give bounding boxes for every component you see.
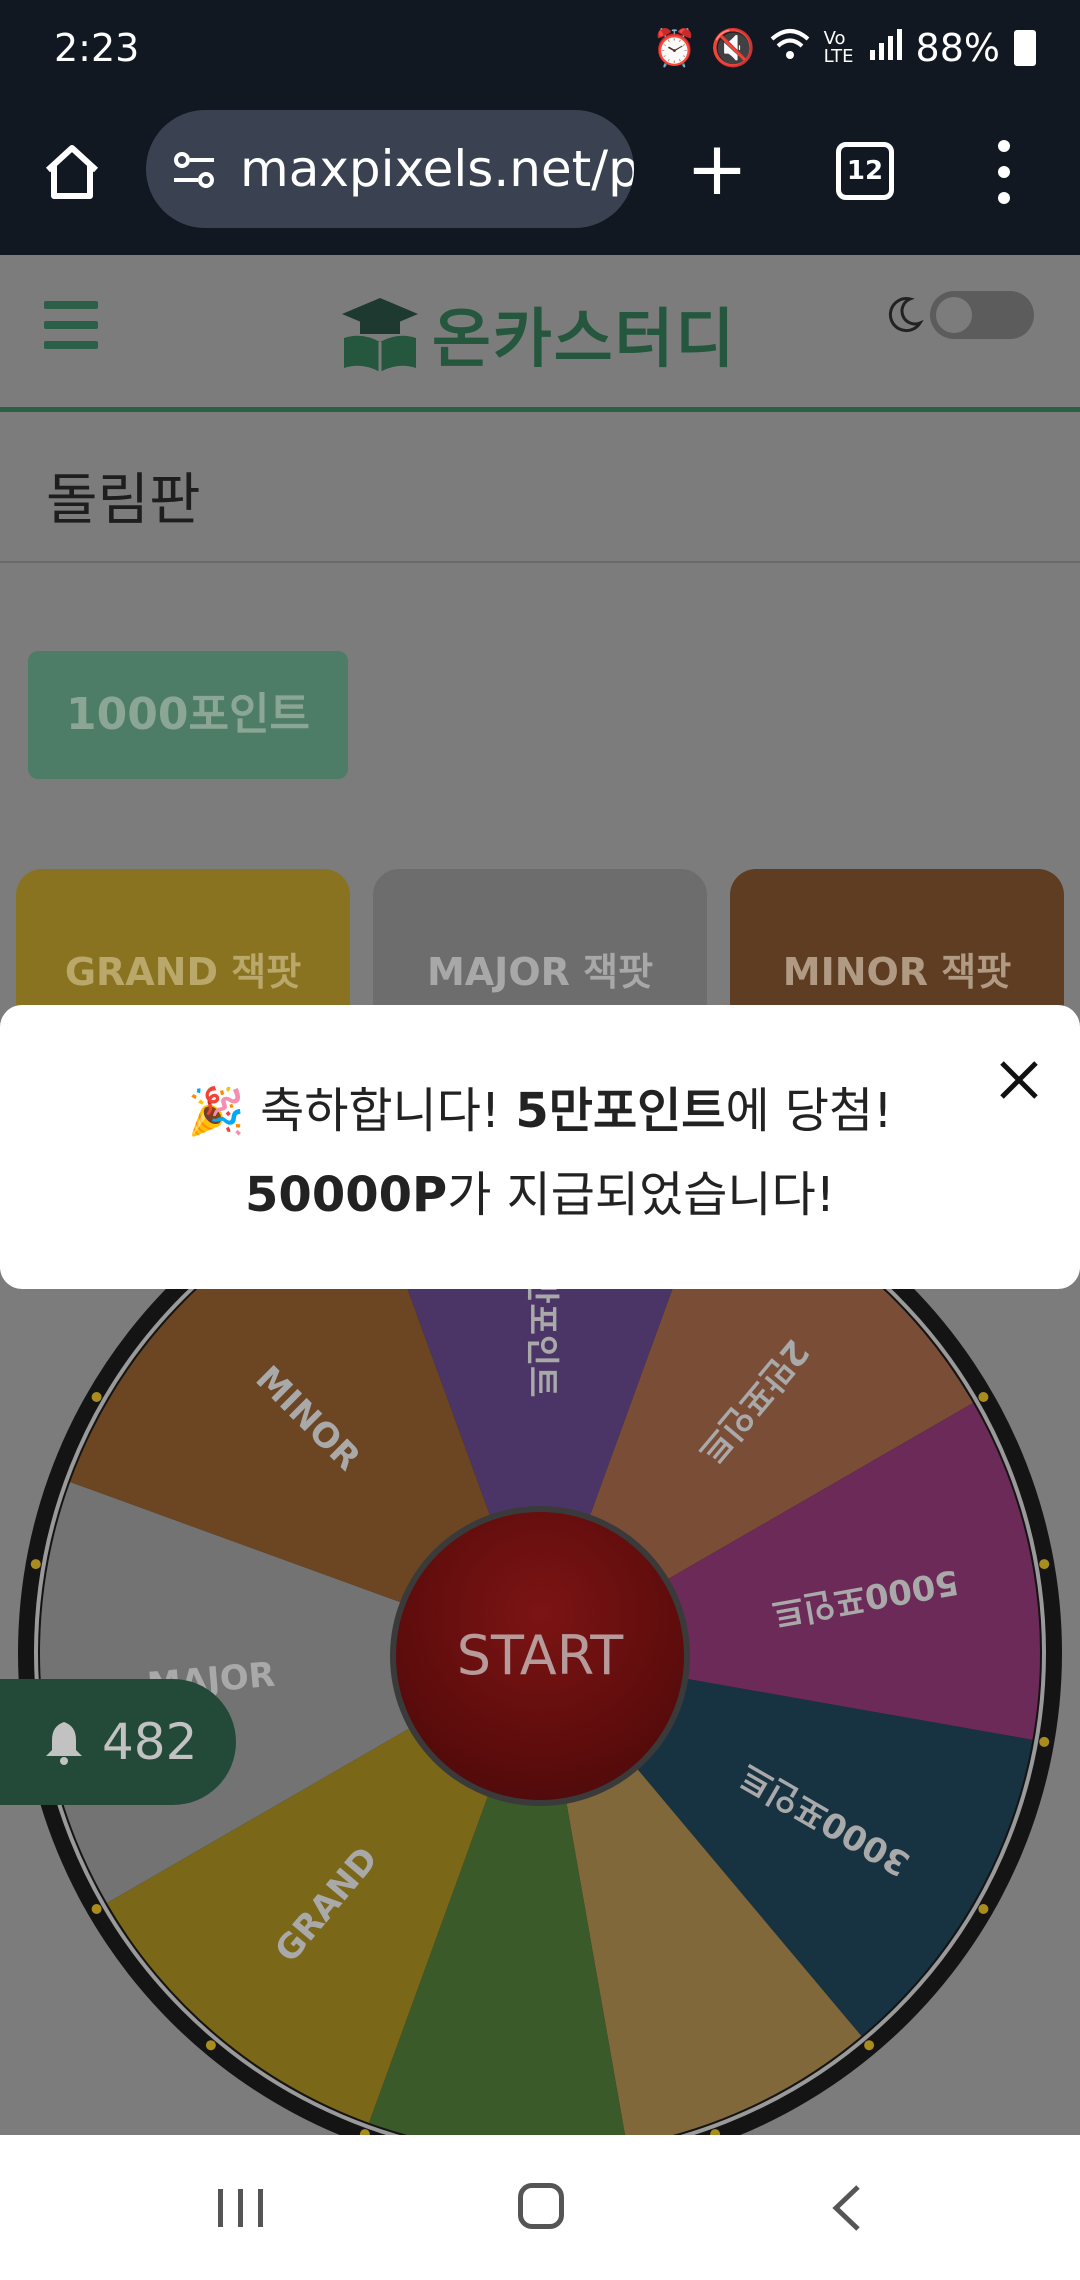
status-time: 2:23 xyxy=(54,26,140,70)
wheel-rim-dot xyxy=(978,1392,989,1402)
battery-icon xyxy=(1014,30,1036,66)
site-settings-icon[interactable] xyxy=(170,146,218,194)
popup-suffix: 에 당첨! xyxy=(725,1083,893,1139)
status-bar: 2:23 ⏰ 🔇 Vo LTE 88% xyxy=(0,0,1080,100)
divider xyxy=(0,561,1080,563)
home-icon[interactable] xyxy=(40,140,104,204)
status-icons: ⏰ 🔇 Vo LTE 88% xyxy=(652,26,1036,70)
wheel-rim-dot xyxy=(205,2040,216,2051)
tab-switcher-button[interactable]: 12 xyxy=(836,142,894,200)
android-nav-bar xyxy=(0,2135,1080,2280)
close-icon[interactable] xyxy=(996,1057,1042,1103)
nav-home-icon[interactable] xyxy=(518,2183,564,2229)
more-menu-icon[interactable] xyxy=(998,140,1010,218)
volte-icon: Vo LTE xyxy=(823,28,854,67)
wheel-rim-dot xyxy=(1039,1559,1050,1570)
notification-bubble[interactable]: 482 xyxy=(0,1679,236,1805)
wheel-rim-dot xyxy=(30,1559,41,1570)
browser-toolbar: maxpixels.net/p + 12 xyxy=(0,100,1080,255)
alarm-icon: ⏰ xyxy=(651,28,697,69)
site-header: 온카스터디 xyxy=(0,255,1080,412)
new-tab-button[interactable]: + xyxy=(686,132,748,206)
page-title: 돌림판 xyxy=(46,468,201,533)
popup-amount-suffix: 가 지급되었습니다! xyxy=(447,1167,835,1223)
popup-message-line1: 🎉 축하합니다! 5만포인트에 당첨! xyxy=(0,1071,1080,1141)
points-button[interactable]: 1000포인트 xyxy=(28,651,348,779)
dark-mode-toggle[interactable] xyxy=(930,291,1034,339)
start-button[interactable]: START xyxy=(390,1506,690,1806)
popup-prize: 5만포인트 xyxy=(515,1083,726,1139)
popup-amount: 50000P xyxy=(245,1167,448,1223)
party-popper-icon: 🎉 xyxy=(187,1084,245,1138)
wifi-icon xyxy=(770,27,810,70)
wheel-rim-dot xyxy=(91,1392,102,1402)
signal-icon xyxy=(868,28,902,69)
wheel-rim-dot xyxy=(1039,1736,1050,1747)
url-text[interactable]: maxpixels.net/p xyxy=(240,140,634,198)
toggle-knob xyxy=(936,297,972,333)
address-bar[interactable]: maxpixels.net/p xyxy=(146,110,634,228)
popup-message-line2: 50000P가 지급되었습니다! xyxy=(0,1155,1080,1225)
popup-prefix: 축하합니다! xyxy=(260,1083,516,1139)
recents-icon[interactable] xyxy=(216,2187,266,2229)
win-popup: 🎉 축하합니다! 5만포인트에 당첨! 50000P가 지급되었습니다! xyxy=(0,1005,1080,1289)
bell-icon xyxy=(46,1722,82,1765)
mute-icon: 🔇 xyxy=(710,28,756,69)
hamburger-menu-icon[interactable] xyxy=(44,301,98,361)
wheel-rim-dot xyxy=(864,2040,875,2051)
wheel-rim-dot xyxy=(978,1904,989,1914)
back-icon[interactable] xyxy=(826,2183,866,2233)
graduation-book-icon xyxy=(342,298,418,372)
logo-text: 온카스터디 xyxy=(432,303,737,377)
site-logo[interactable]: 온카스터디 xyxy=(338,291,736,377)
battery-percent: 88% xyxy=(915,26,1000,70)
notification-count: 482 xyxy=(102,1713,198,1771)
moon-icon xyxy=(888,297,924,333)
wheel-rim-dot xyxy=(91,1904,102,1914)
